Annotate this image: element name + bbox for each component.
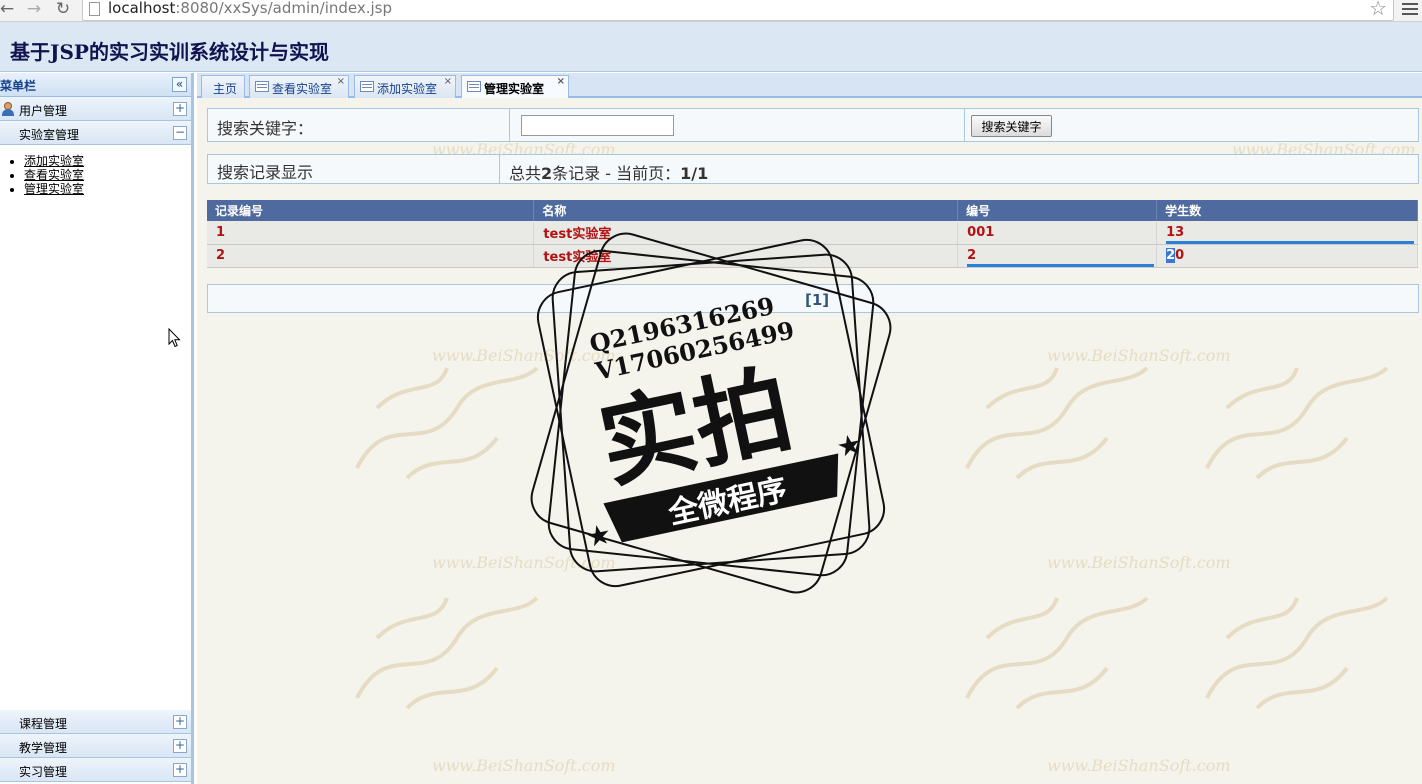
search-input[interactable] bbox=[521, 115, 674, 136]
watermark-text: www.BeiShanSoft.com bbox=[432, 756, 616, 775]
column-header-record-id: 记录编号 bbox=[207, 200, 535, 221]
view-lab-link[interactable]: 查看实验室 bbox=[24, 168, 84, 182]
close-icon[interactable]: × bbox=[557, 76, 565, 87]
records-info-row: 搜索记录显示 总共2条记录 - 当前页：1/1 bbox=[207, 154, 1419, 184]
sidebar-section-label: 用户管理 bbox=[19, 104, 68, 118]
sidebar-section-users[interactable]: 用户管理 + bbox=[0, 97, 191, 121]
list-item: 查看实验室 bbox=[24, 168, 191, 182]
collapse-sidebar-icon[interactable]: « bbox=[172, 77, 187, 92]
list-page-icon bbox=[255, 81, 269, 92]
stamp-watermark: Q2196316269 V17060256499 实拍 全微程序 ★ ★ bbox=[530, 232, 892, 594]
cell-students: 20 bbox=[1156, 244, 1418, 268]
mouse-cursor-icon bbox=[168, 328, 181, 348]
app-header: 基于JSP的实习实训系统设计与实现 bbox=[0, 22, 1422, 72]
close-icon[interactable]: × bbox=[337, 76, 345, 87]
star-icon: ★ bbox=[583, 517, 614, 554]
back-arrow-icon[interactable]: ← bbox=[0, 0, 18, 20]
add-lab-link[interactable]: 添加实验室 bbox=[24, 154, 84, 168]
user-icon bbox=[1, 102, 15, 116]
tab-home[interactable]: 主页 bbox=[201, 75, 245, 98]
forward-arrow-icon[interactable]: → bbox=[23, 0, 45, 20]
list-item: 管理实验室 bbox=[24, 182, 191, 196]
tab-add-lab[interactable]: 添加实验室 × bbox=[354, 75, 456, 98]
browser-toolbar: ← → ↻ localhost:8080/xxSys/admin/index.j… bbox=[0, 0, 1422, 22]
sidebar-section-label: 实验室管理 bbox=[19, 128, 80, 142]
tab-label: 管理实验室 bbox=[484, 82, 545, 96]
cell-record-id: 1 bbox=[207, 221, 535, 245]
records-label: 搜索记录显示 bbox=[217, 163, 314, 182]
dragon-watermark-icon bbox=[355, 596, 539, 710]
column-header-students: 学生数 bbox=[1156, 200, 1418, 221]
close-icon[interactable]: × bbox=[444, 76, 452, 87]
tab-manage-lab[interactable]: 管理实验室 × bbox=[461, 75, 569, 98]
sidebar-header: 菜单栏 « bbox=[0, 73, 191, 97]
tab-bar: 主页 查看实验室 × 添加实验室 × 管理实验室 × bbox=[197, 73, 1422, 98]
reload-icon[interactable]: ↻ bbox=[52, 0, 74, 20]
expand-icon[interactable]: + bbox=[173, 715, 187, 729]
cell-code: 001 bbox=[957, 221, 1158, 245]
dragon-watermark-icon bbox=[1205, 596, 1389, 710]
watermark-text: www.BeiShanSoft.com bbox=[1047, 553, 1231, 572]
tab-label: 主页 bbox=[213, 82, 238, 96]
search-button[interactable]: 搜索关键字 bbox=[971, 115, 1052, 137]
column-header-code: 编号 bbox=[957, 200, 1158, 221]
records-summary: 总共2条记录 - 当前页：1/1 bbox=[509, 164, 709, 183]
sidebar-section-courses[interactable]: 课程管理 + bbox=[0, 710, 191, 734]
list-page-icon bbox=[467, 81, 481, 92]
sidebar-section-label: 实习管理 bbox=[19, 765, 68, 779]
sidebar-section-label: 教学管理 bbox=[19, 741, 68, 755]
address-bar[interactable]: localhost:8080/xxSys/admin/index.jsp ☆ bbox=[82, 0, 1394, 21]
sidebar-section-labs[interactable]: 实验室管理 − bbox=[0, 121, 191, 145]
cell-record-id: 2 bbox=[207, 244, 535, 268]
sidebar-menu: 菜单栏 « 用户管理 + 实验室管理 − 添加实验室 查看实验室 管理实验室 课… bbox=[0, 73, 194, 784]
app-title: 基于JSP的实习实训系统设计与实现 bbox=[10, 40, 329, 64]
expand-icon[interactable]: + bbox=[173, 102, 187, 116]
manage-lab-link[interactable]: 管理实验室 bbox=[24, 182, 84, 196]
list-item: 添加实验室 bbox=[24, 154, 191, 168]
page-icon bbox=[89, 2, 100, 16]
dragon-watermark-icon bbox=[965, 366, 1149, 480]
tab-label: 查看实验室 bbox=[272, 82, 333, 96]
lab-menu-links: 添加实验室 查看实验室 管理实验室 bbox=[0, 145, 191, 710]
list-page-icon bbox=[360, 81, 374, 92]
sidebar-title: 菜单栏 bbox=[0, 79, 37, 93]
selection-underline bbox=[967, 263, 1155, 267]
search-row: 搜索关键字： 搜索关键字 bbox=[207, 108, 1419, 142]
search-label: 搜索关键字： bbox=[217, 119, 314, 138]
sidebar-section-teaching[interactable]: 教学管理 + bbox=[0, 734, 191, 758]
url-text: localhost:8080/xxSys/admin/index.jsp bbox=[108, 0, 393, 17]
watermark-text: www.BeiShanSoft.com bbox=[1047, 756, 1231, 775]
tab-label: 添加实验室 bbox=[377, 82, 438, 96]
collapse-icon[interactable]: − bbox=[173, 126, 187, 140]
hamburger-menu-icon[interactable] bbox=[1402, 0, 1418, 18]
table-header-row: 记录编号 名称 编号 学生数 bbox=[207, 200, 1418, 221]
dragon-watermark-icon bbox=[355, 366, 539, 480]
sidebar-section-internship[interactable]: 实习管理 + bbox=[0, 758, 191, 782]
cell-students: 13 bbox=[1156, 221, 1418, 245]
dragon-watermark-icon bbox=[1205, 366, 1389, 480]
sidebar-section-label: 课程管理 bbox=[19, 717, 68, 731]
star-icon[interactable]: ☆ bbox=[1369, 0, 1387, 20]
dragon-watermark-icon bbox=[965, 596, 1149, 710]
tab-view-lab[interactable]: 查看实验室 × bbox=[249, 75, 349, 98]
text-selection: 2 bbox=[1166, 248, 1176, 263]
column-header-name: 名称 bbox=[533, 200, 959, 221]
expand-icon[interactable]: + bbox=[173, 739, 187, 753]
expand-icon[interactable]: + bbox=[173, 763, 187, 777]
cell-code: 2 bbox=[957, 244, 1158, 268]
